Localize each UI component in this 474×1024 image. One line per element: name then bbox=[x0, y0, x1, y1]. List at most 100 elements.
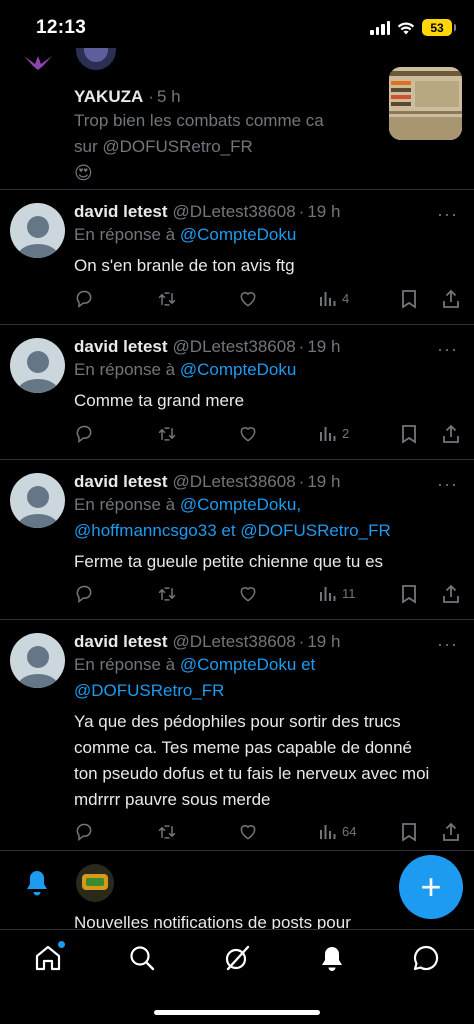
battery-level: 53 bbox=[430, 20, 444, 35]
repost-icon bbox=[158, 292, 176, 306]
mention-link[interactable]: @DOFUSRetro_FR bbox=[240, 521, 390, 540]
post-actions: 11 bbox=[74, 584, 460, 608]
avatar[interactable] bbox=[10, 473, 65, 528]
post-time[interactable]: 19 h bbox=[307, 337, 340, 357]
search-icon bbox=[130, 946, 155, 971]
bookmark-button[interactable] bbox=[400, 584, 418, 604]
like-button[interactable] bbox=[237, 289, 259, 309]
repost-icon bbox=[158, 587, 176, 601]
notification-text: Nouvelles notifications de posts pour bbox=[74, 913, 351, 929]
mention-link[interactable]: @CompteDoku, bbox=[180, 495, 301, 514]
views-button[interactable]: 11 bbox=[319, 584, 356, 602]
author-handle[interactable]: @DLetest38608 bbox=[173, 472, 296, 492]
more-options-icon[interactable]: ··· bbox=[437, 474, 458, 495]
post-text: Comme ta grand mere bbox=[74, 391, 245, 410]
tab-search[interactable] bbox=[128, 944, 156, 972]
more-options-icon[interactable]: ··· bbox=[437, 339, 458, 360]
repost-button[interactable] bbox=[156, 289, 178, 309]
messages-icon bbox=[413, 945, 439, 971]
bookmark-icon bbox=[402, 290, 416, 309]
reply-button[interactable] bbox=[74, 822, 94, 842]
tab-messages[interactable] bbox=[412, 944, 440, 972]
bookmark-button[interactable] bbox=[400, 289, 418, 309]
like-button[interactable] bbox=[237, 584, 259, 604]
views-count: 11 bbox=[342, 585, 356, 601]
author-name[interactable]: david letest bbox=[74, 472, 168, 492]
post-actions: 64 bbox=[74, 822, 460, 846]
post[interactable]: ··· david letest @DLetest38608 · 19 h En… bbox=[0, 460, 474, 619]
tab-notifications[interactable] bbox=[318, 944, 346, 972]
repost-icon bbox=[158, 825, 176, 839]
post-time[interactable]: 19 h bbox=[307, 472, 340, 492]
thread-marker-icon bbox=[24, 56, 52, 70]
repost-button[interactable] bbox=[156, 424, 178, 444]
author-name[interactable]: david letest bbox=[74, 632, 168, 652]
post-time[interactable]: 5 h bbox=[157, 87, 181, 107]
author-handle[interactable]: @DLetest38608 bbox=[173, 632, 296, 652]
avatar[interactable] bbox=[10, 633, 65, 688]
like-button[interactable] bbox=[237, 822, 259, 842]
share-button[interactable] bbox=[442, 584, 460, 604]
author-name[interactable]: david letest bbox=[74, 202, 168, 222]
post-text: Ferme ta gueule petite chienne que tu es bbox=[74, 552, 384, 571]
unread-dot bbox=[58, 941, 65, 948]
mention-link[interactable]: @CompteDoku bbox=[180, 360, 296, 379]
author-handle[interactable]: @DLetest38608 bbox=[173, 337, 296, 357]
views-button[interactable]: 2 bbox=[319, 424, 349, 442]
share-button[interactable] bbox=[442, 822, 460, 842]
views-count: 2 bbox=[342, 425, 350, 441]
views-button[interactable]: 4 bbox=[319, 289, 349, 307]
share-button[interactable] bbox=[442, 289, 460, 309]
tab-grok[interactable] bbox=[223, 944, 251, 972]
reply-button[interactable] bbox=[74, 289, 94, 309]
post-header: david letest @DLetest38608 · 19 h bbox=[74, 472, 341, 492]
tab-home[interactable] bbox=[34, 941, 65, 972]
status-bar: 12:13 53 bbox=[0, 0, 474, 56]
post[interactable]: ··· david letest @DLetest38608 · 19 h En… bbox=[0, 325, 474, 459]
like-button[interactable] bbox=[237, 424, 259, 444]
analytics-icon bbox=[320, 587, 336, 601]
bookmark-button[interactable] bbox=[400, 424, 418, 444]
reply-icon bbox=[76, 290, 92, 309]
mention-link[interactable]: @CompteDoku bbox=[180, 225, 296, 244]
views-button[interactable]: 64 bbox=[319, 822, 356, 840]
share-icon bbox=[443, 289, 459, 308]
reply-context: En réponse à @CompteDoku bbox=[74, 360, 297, 379]
post-time[interactable]: 19 h bbox=[307, 202, 340, 222]
post-yakuza[interactable]: YAKUZA · 5 h Trop bien les combats comme… bbox=[0, 48, 474, 189]
mention-link[interactable]: @CompteDoku bbox=[180, 655, 296, 674]
reply-button[interactable] bbox=[74, 584, 94, 604]
cellular-signal-icon bbox=[370, 20, 390, 35]
more-options-icon[interactable]: ··· bbox=[437, 204, 458, 225]
post-media-thumbnail[interactable] bbox=[389, 67, 462, 140]
post-text: On s'en branle de ton avis ftg bbox=[74, 256, 295, 275]
grok-icon bbox=[225, 945, 250, 971]
repost-icon bbox=[158, 427, 176, 441]
author-handle[interactable]: @DLetest38608 bbox=[173, 202, 296, 222]
post[interactable]: ··· david letest @DLetest38608 · 19 h En… bbox=[0, 190, 474, 324]
avatar[interactable] bbox=[76, 864, 114, 902]
analytics-icon bbox=[320, 825, 336, 839]
author-name[interactable]: david letest bbox=[74, 337, 168, 357]
share-button[interactable] bbox=[442, 424, 460, 444]
bell-icon bbox=[27, 871, 47, 896]
heart-icon bbox=[240, 587, 256, 602]
avatar[interactable] bbox=[10, 203, 65, 258]
bookmark-button[interactable] bbox=[400, 822, 418, 842]
mention-link[interactable]: @hoffmanncsgo33 bbox=[74, 521, 217, 540]
avatar[interactable] bbox=[10, 338, 65, 393]
more-options-icon[interactable]: ··· bbox=[437, 634, 458, 655]
share-icon bbox=[443, 424, 459, 443]
mention-link[interactable]: @DOFUSRetro_FR bbox=[74, 681, 224, 700]
repost-button[interactable] bbox=[156, 822, 178, 842]
status-time: 12:13 bbox=[36, 17, 87, 38]
reply-context: En réponse à @CompteDoku, @hoffmanncsgo3… bbox=[74, 495, 391, 540]
post-header: david letest @DLetest38608 · 19 h bbox=[74, 202, 341, 222]
repost-button[interactable] bbox=[156, 584, 178, 604]
bookmark-icon bbox=[402, 823, 416, 842]
author-name[interactable]: YAKUZA bbox=[74, 87, 143, 107]
reply-button[interactable] bbox=[74, 424, 94, 444]
post[interactable]: ··· david letest @DLetest38608 · 19 h En… bbox=[0, 620, 474, 850]
compose-post-button[interactable]: + bbox=[399, 855, 463, 919]
post-time[interactable]: 19 h bbox=[307, 632, 340, 652]
